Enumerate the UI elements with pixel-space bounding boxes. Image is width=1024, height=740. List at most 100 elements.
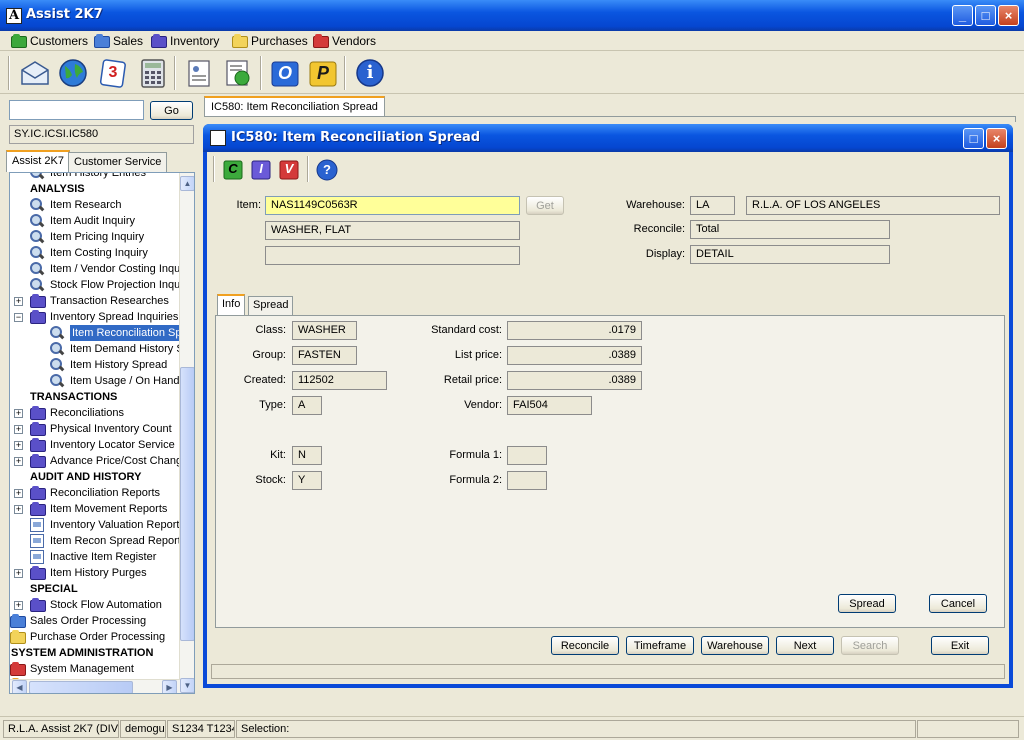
tree-item[interactable]: Item History Spread	[10, 357, 178, 373]
menu-label: Customers	[30, 34, 89, 48]
help-button[interactable]: ?	[315, 158, 339, 182]
tree-item[interactable]: System Management	[10, 661, 178, 677]
warehouse-code-field[interactable]: LA	[690, 196, 735, 215]
tree-item[interactable]: Item Demand History Spread	[10, 341, 194, 357]
tree-item[interactable]: Item Research	[10, 197, 178, 213]
reconcile-field[interactable]: Total	[690, 220, 890, 239]
search-input[interactable]	[9, 100, 144, 120]
get-button[interactable]: Get	[526, 196, 564, 215]
tree-vertical-scrollbar[interactable]: ▲ ▼	[179, 173, 194, 693]
inner-close-button[interactable]: ×	[986, 128, 1007, 149]
tree-item[interactable]: + Item History Purges	[10, 565, 178, 581]
expand-icon[interactable]: +	[14, 425, 23, 434]
tree-horizontal-scrollbar[interactable]: ◀ ▶	[10, 679, 180, 693]
item-description-2-field	[265, 246, 520, 265]
tree-item[interactable]: + Advance Price/Cost Changes	[10, 453, 194, 469]
go-button[interactable]: Go	[150, 101, 193, 120]
exit-button[interactable]: Exit	[931, 636, 989, 655]
tab-info[interactable]: Info	[217, 294, 246, 315]
magnifier-icon	[50, 326, 64, 340]
menu-customers[interactable]: Customers	[10, 33, 88, 49]
warehouse-button[interactable]: Warehouse	[701, 636, 769, 655]
tree-item[interactable]: + Physical Inventory Count	[10, 421, 178, 437]
formula-1-label: Formula 1:	[449, 449, 502, 461]
tree-item[interactable]: Item Usage / On Hand	[10, 373, 180, 389]
tree-item[interactable]: Item Audit Inquiry	[10, 213, 178, 229]
tree-item[interactable]: + Transaction Researches	[10, 293, 178, 309]
info-button[interactable]: i	[353, 56, 387, 90]
tree-item[interactable]: + Reconciliations	[10, 405, 178, 421]
tab-ic580[interactable]: IC580: Item Reconciliation Spread	[204, 96, 385, 117]
calculator-button[interactable]	[136, 56, 170, 90]
menu-inventory[interactable]: Inventory	[150, 33, 219, 49]
tree-item[interactable]: Item / Vendor Costing Inquiry	[10, 261, 192, 277]
scroll-up-icon[interactable]: ▲	[180, 176, 194, 191]
menu-vendors[interactable]: Vendors	[312, 33, 376, 49]
tree-item[interactable]: Inactive Item Register	[10, 549, 178, 565]
tree-item-label: Inventory Spread Inquiries	[50, 311, 179, 323]
tree-item[interactable]: Stock Flow Projection Inquiry	[10, 277, 192, 293]
tree-item[interactable]: Inventory Valuation Report	[10, 517, 179, 533]
menu-purchases[interactable]: Purchases	[231, 33, 308, 49]
cancel-button[interactable]: Cancel	[929, 594, 987, 613]
scroll-left-icon[interactable]: ◀	[12, 680, 27, 693]
customer-lookup-button[interactable]: C	[221, 158, 245, 182]
inventory-lookup-button[interactable]: I	[249, 158, 273, 182]
calendar-button[interactable]: 3	[96, 56, 130, 90]
tree-section-header: SPECIAL	[10, 581, 178, 597]
reconcile-button[interactable]: Reconcile	[551, 636, 619, 655]
hscroll-thumb[interactable]	[29, 681, 133, 693]
expand-icon[interactable]: +	[14, 297, 23, 306]
maximize-button[interactable]: □	[975, 5, 996, 26]
search-button[interactable]: Search	[841, 636, 899, 655]
tree-item[interactable]: Item Recon Spread Report	[10, 533, 181, 549]
collapse-icon[interactable]: −	[14, 313, 23, 322]
next-button[interactable]: Next	[776, 636, 834, 655]
mail-button[interactable]	[18, 56, 52, 90]
report-button[interactable]	[221, 56, 255, 90]
folder-icon	[151, 34, 167, 48]
expand-icon[interactable]: +	[14, 441, 23, 450]
vendor-lookup-button[interactable]: V	[277, 158, 301, 182]
menu-sales[interactable]: Sales	[93, 33, 143, 49]
scroll-down-icon[interactable]: ▼	[180, 678, 194, 693]
globe-button[interactable]	[56, 56, 90, 90]
inner-maximize-button[interactable]: □	[963, 128, 984, 149]
tree-item[interactable]: Item Costing Inquiry	[10, 245, 178, 261]
address-card-button[interactable]	[182, 56, 216, 90]
tab-spread[interactable]: Spread	[248, 296, 294, 315]
close-button[interactable]: ×	[998, 5, 1019, 26]
tab-customer-service[interactable]: Customer Service	[68, 152, 168, 172]
tree-item[interactable]: + Reconciliation Reports	[10, 485, 178, 501]
tree-item[interactable]: Purchase Order Processing	[10, 629, 178, 645]
expand-icon[interactable]: +	[14, 409, 23, 418]
expand-icon[interactable]: +	[14, 601, 23, 610]
display-field[interactable]: DETAIL	[690, 245, 890, 264]
expand-icon[interactable]: +	[14, 489, 23, 498]
scroll-thumb[interactable]	[180, 367, 194, 641]
tree-item[interactable]: − Inventory Spread Inquiries	[10, 309, 178, 325]
tree-item[interactable]: Sales Order Processing	[10, 613, 178, 629]
timeframe-button[interactable]: Timeframe	[626, 636, 694, 655]
tree-item-label: Item Usage / On Hand	[70, 375, 180, 387]
item-number-field[interactable]: NAS1149C0563R	[265, 196, 520, 215]
expand-icon[interactable]: +	[14, 505, 23, 514]
tree-item[interactable]: Item History Entries	[10, 173, 178, 181]
publisher-button[interactable]: P	[306, 56, 340, 90]
tree-item[interactable]: + Stock Flow Automation	[10, 597, 178, 613]
outlook-button[interactable]: O	[268, 56, 302, 90]
toolbar-separator	[260, 56, 262, 90]
tab-assist-2k7[interactable]: Assist 2K7	[6, 150, 70, 172]
expand-icon[interactable]: +	[14, 569, 23, 578]
scroll-right-icon[interactable]: ▶	[162, 680, 177, 693]
expand-icon[interactable]: +	[14, 457, 23, 466]
mail-icon	[21, 61, 49, 85]
close-icon: ×	[992, 131, 1001, 146]
menu-label: Sales	[113, 34, 144, 48]
tree-item[interactable]: + Inventory Locator Service	[10, 437, 178, 453]
tree-item[interactable]: Item Reconciliation Spread	[10, 325, 194, 341]
spread-button[interactable]: Spread	[838, 594, 896, 613]
minimize-button[interactable]: _	[952, 5, 973, 26]
tree-item[interactable]: Item Pricing Inquiry	[10, 229, 178, 245]
tree-item[interactable]: + Item Movement Reports	[10, 501, 178, 517]
